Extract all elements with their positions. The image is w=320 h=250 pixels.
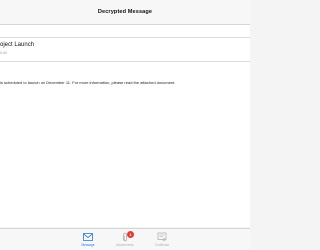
message-subject: oject Launch — [0, 42, 35, 48]
message-time: 0:40 — [0, 51, 7, 55]
envelope-icon — [83, 233, 93, 241]
attachments-badge: 1 — [127, 231, 134, 238]
tab-message[interactable]: Message — [73, 232, 103, 250]
tab-attachments-label: Attachments — [116, 243, 134, 247]
decrypted-message-screen: Decrypted Message oject Launch 0:40 is s… — [0, 0, 250, 250]
blank-row — [0, 25, 250, 38]
page-title: Decrypted Message — [97, 9, 153, 15]
tab-message-label: Message — [81, 243, 95, 247]
tab-attachments[interactable]: 1 Attachments — [110, 231, 140, 250]
message-header: oject Launch 0:40 — [0, 38, 250, 62]
message-body-text: is scheduled to launch on December 11. F… — [0, 80, 176, 85]
message-body-area: is scheduled to launch on December 11. F… — [0, 62, 250, 227]
tab-bar: Message 1 Attachments Certificate — [0, 228, 250, 250]
tab-certificate[interactable]: Certificate — [147, 232, 177, 250]
tab-certificate-label: Certificate — [154, 243, 170, 247]
certificate-icon — [157, 232, 167, 242]
navigation-bar: Decrypted Message — [0, 0, 250, 25]
